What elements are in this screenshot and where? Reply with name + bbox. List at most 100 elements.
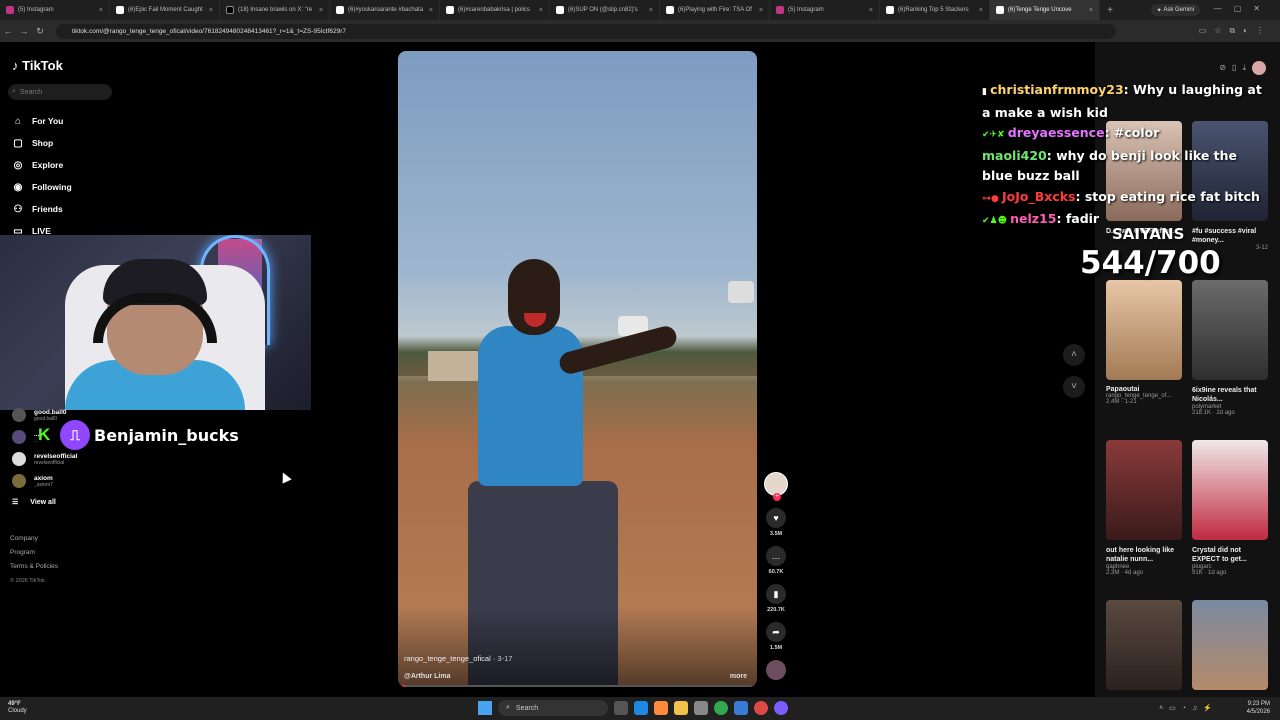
save-button[interactable]: ▮ bbox=[766, 584, 786, 604]
like-button[interactable]: ♥ bbox=[766, 508, 786, 528]
share-button[interactable]: ➦ bbox=[766, 622, 786, 642]
author-avatar[interactable]: + bbox=[764, 472, 788, 501]
view-all-link[interactable]: ☰ View all bbox=[12, 492, 77, 512]
footer-link-terms[interactable]: Terms & Policies bbox=[10, 560, 58, 574]
address-bar[interactable]: tiktok.com/@rango_tenge_tenge_ofical/vid… bbox=[56, 23, 1116, 39]
save-count: 220.7K bbox=[767, 607, 785, 613]
next-video-button[interactable]: ˅ bbox=[1063, 376, 1085, 398]
app-icon[interactable] bbox=[654, 701, 668, 715]
recommendation-card[interactable]: Crystal did not EXPECT to get... plugarc… bbox=[1192, 440, 1268, 576]
following-account[interactable]: axiom _axiom7 bbox=[12, 470, 77, 492]
footer-link-company[interactable]: Company bbox=[10, 532, 58, 546]
previous-video-button[interactable]: ˄ bbox=[1063, 344, 1085, 366]
tiktok-favicon-icon bbox=[336, 6, 344, 14]
chrome-icon[interactable] bbox=[714, 701, 728, 715]
tiktok-logo[interactable]: ♪ TikTok bbox=[12, 58, 63, 73]
tiktok-favicon-icon bbox=[116, 6, 124, 14]
browser-tab[interactable]: (6)Ranking Top 5 Stackers × bbox=[880, 0, 990, 20]
instagram-icon bbox=[6, 6, 14, 14]
follow-plus-icon[interactable]: + bbox=[773, 493, 781, 501]
sidebar-footer: Company Program Terms & Policies © 2026 … bbox=[10, 532, 58, 588]
close-tab-icon[interactable]: × bbox=[979, 7, 983, 14]
nav-for-you[interactable]: ⌂ For You bbox=[12, 110, 72, 132]
close-tab-icon[interactable]: × bbox=[319, 7, 323, 14]
recommendation-card[interactable]: 6ix9ine reveals that Nicolás... polymark… bbox=[1192, 280, 1268, 416]
close-tab-icon[interactable]: × bbox=[1089, 7, 1093, 14]
task-view-icon[interactable] bbox=[614, 701, 628, 715]
twitch-logo-icon: ⎍ bbox=[60, 420, 90, 450]
chat-badge-icon: ✔✈✘ bbox=[982, 130, 1008, 140]
compass-icon: ◎ bbox=[13, 159, 23, 171]
compass-icon[interactable]: ⊘ bbox=[1219, 63, 1232, 72]
following-account[interactable]: revelseofficial revelseofficial bbox=[12, 448, 77, 470]
browser-tab[interactable]: (18) Insane brawls on X: "re × bbox=[220, 0, 330, 20]
close-tab-icon[interactable]: × bbox=[539, 7, 543, 14]
footer-link-program[interactable]: Program bbox=[10, 546, 58, 560]
avatar bbox=[12, 452, 26, 466]
browser-tab-active[interactable]: (6)Tenge Tenge Uncove × bbox=[990, 0, 1100, 20]
recommendation-card[interactable]: out here looking like natalie nunn... qa… bbox=[1106, 440, 1182, 576]
browser-tab[interactable]: (6)#yoskaroarante #bachata × bbox=[330, 0, 440, 20]
reload-icon[interactable]: ↻ bbox=[32, 26, 48, 37]
clock[interactable]: 9:23 PM 4/5/2026 bbox=[1247, 700, 1270, 716]
close-tab-icon[interactable]: × bbox=[759, 7, 763, 14]
music-disc-icon[interactable] bbox=[766, 660, 786, 680]
taskbar-search[interactable]: ⌕ Search bbox=[498, 700, 608, 716]
back-icon[interactable]: ← bbox=[0, 26, 16, 36]
download-icon[interactable]: ⤓ bbox=[1242, 63, 1252, 72]
app-icon[interactable] bbox=[754, 701, 768, 715]
share-count: 1.5M bbox=[769, 645, 783, 651]
close-tab-icon[interactable]: × bbox=[869, 7, 873, 14]
video-background-house bbox=[428, 351, 478, 381]
recommendation-card[interactable]: Papaoutai rango_tenge_tenge_of... 2.4M ·… bbox=[1106, 280, 1182, 405]
browser-tab[interactable]: (6)Playing with Fire: TSA Of × bbox=[660, 0, 770, 20]
edge-icon[interactable] bbox=[634, 701, 648, 715]
browser-tab[interactable]: (6)#carenbabakrisa | polics × bbox=[440, 0, 550, 20]
streamer-name: Benjamin_bucks bbox=[94, 425, 239, 445]
device-icon[interactable]: ▯ bbox=[1232, 63, 1242, 72]
extensions-icons[interactable]: ▭☆⧉◐⋮ bbox=[1199, 26, 1272, 36]
nav-shop[interactable]: ▢ Shop bbox=[12, 132, 72, 154]
recommendation-thumbnail bbox=[1106, 280, 1182, 380]
nav-explore[interactable]: ◎ Explore bbox=[12, 154, 72, 176]
profile-avatar[interactable] bbox=[1252, 61, 1266, 75]
video-progress-bar[interactable] bbox=[398, 685, 757, 687]
goal-counter: 544/700 bbox=[1080, 245, 1221, 281]
system-tray-icons[interactable]: ˄▭◔♫⚡ bbox=[1159, 704, 1218, 712]
goal-label: SAIYANS bbox=[1112, 225, 1185, 243]
browser-tab[interactable]: (5) Instagram × bbox=[0, 0, 110, 20]
close-tab-icon[interactable]: × bbox=[649, 7, 653, 14]
nav-friends[interactable]: ⚇ Friends bbox=[12, 198, 72, 220]
video-author[interactable]: rango_tenge_tenge_ofical · 3-17 bbox=[404, 654, 512, 663]
tiktok-favicon-icon bbox=[556, 6, 564, 14]
chat-badge-icon: ▮ bbox=[982, 87, 991, 97]
more-link[interactable]: more bbox=[730, 673, 747, 680]
window-controls[interactable]: —▢✕ bbox=[1214, 4, 1272, 13]
video-player[interactable]: rango_tenge_tenge_ofical · 3-17 @Arthur … bbox=[398, 51, 757, 687]
recommendation-card[interactable] bbox=[1106, 600, 1182, 690]
nav-following[interactable]: ◉ Following bbox=[12, 176, 72, 198]
recommendation-card[interactable] bbox=[1192, 600, 1268, 690]
windows-start-icon[interactable] bbox=[478, 701, 492, 715]
close-tab-icon[interactable]: × bbox=[99, 7, 103, 14]
app-icon[interactable] bbox=[774, 701, 788, 715]
taskbar-apps: ⌕ Search bbox=[478, 700, 788, 716]
forward-icon[interactable]: → bbox=[16, 26, 32, 36]
comment-button[interactable]: … bbox=[766, 546, 786, 566]
app-icon[interactable] bbox=[734, 701, 748, 715]
browser-tab[interactable]: (5) Instagram × bbox=[770, 0, 880, 20]
new-tab-button[interactable]: + bbox=[1100, 5, 1120, 16]
weather-widget[interactable]: 49°F Cloudy bbox=[8, 701, 27, 715]
recommendation-thumbnail bbox=[1192, 440, 1268, 540]
file-explorer-icon[interactable] bbox=[674, 701, 688, 715]
ask-gemini-button[interactable]: ✦ Ask Gemini bbox=[1150, 4, 1200, 16]
browser-tab[interactable]: (6)Epic Fail Moment Caught × bbox=[110, 0, 220, 20]
chat-badge-icon: ⊶● bbox=[982, 193, 1002, 204]
close-tab-icon[interactable]: × bbox=[209, 7, 213, 14]
heart-icon: ♥ bbox=[773, 513, 779, 523]
close-tab-icon[interactable]: × bbox=[429, 7, 433, 14]
bookmark-icon: ▮ bbox=[773, 588, 779, 599]
settings-icon[interactable] bbox=[694, 701, 708, 715]
browser-tab[interactable]: (6)SUP ON (@slip.cn82)'s × bbox=[550, 0, 660, 20]
search-input[interactable]: ⌕ Search bbox=[8, 84, 112, 100]
